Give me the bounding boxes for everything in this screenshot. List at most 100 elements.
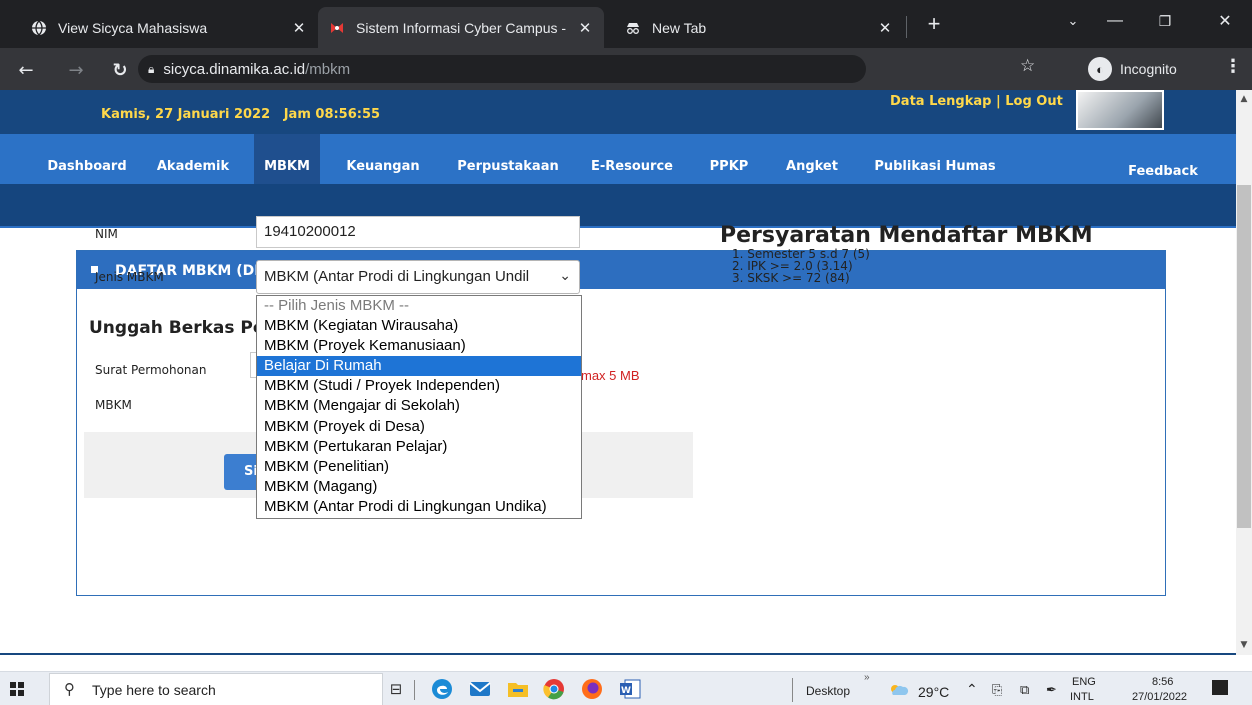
tab-search-icon[interactable]: ⌄ bbox=[1058, 6, 1088, 36]
surat-permohonan-label: Surat Permohonan bbox=[95, 363, 207, 377]
tab-divider bbox=[906, 16, 907, 38]
reload-button[interactable]: ↻ bbox=[106, 56, 134, 84]
browser-menu-icon[interactable]: ⋮ bbox=[1224, 56, 1242, 77]
dropdown-option[interactable]: MBKM (Kegiatan Wirausaha) bbox=[257, 316, 581, 336]
desktop-toolbar-label[interactable]: Desktop bbox=[806, 684, 850, 698]
menu-akademik[interactable]: Akademik bbox=[150, 134, 236, 184]
menu-angket[interactable]: Angket bbox=[780, 134, 844, 184]
requirements-list: 1. Semester 5 s.d 7 (5) 2. IPK >= 2.0 (3… bbox=[732, 248, 870, 284]
dropdown-option[interactable]: MBKM (Proyek di Desa) bbox=[257, 417, 581, 437]
menu-dashboard[interactable]: Dashboard bbox=[38, 134, 136, 184]
menu-e-resource[interactable]: E-Resource bbox=[582, 134, 682, 184]
dropdown-option[interactable]: MBKM (Proyek Kemanusiaan) bbox=[257, 336, 581, 356]
nim-field[interactable]: 19410200012 bbox=[256, 216, 580, 248]
browser-tab-strip: View Sicyca Mahasiswa ✕ Sistem Informasi… bbox=[0, 0, 1252, 48]
notification-icon[interactable] bbox=[1212, 680, 1228, 695]
forward-button[interactable]: → bbox=[62, 56, 90, 84]
weather-temperature[interactable]: 29°C bbox=[918, 684, 949, 700]
tab-sicyca-campus[interactable]: Sistem Informasi Cyber Campus - ✕ bbox=[318, 7, 604, 48]
task-view-icon[interactable]: ⊟ bbox=[384, 678, 408, 700]
language-code[interactable]: ENG bbox=[1072, 676, 1096, 688]
dropdown-option[interactable]: MBKM (Mengajar di Sekolah) bbox=[257, 396, 581, 416]
menu-mbkm[interactable]: MBKM bbox=[254, 134, 320, 184]
site-header: Kamis, 27 Januari 2022 Jam 08:56:55 Data… bbox=[0, 90, 1236, 134]
incognito-indicator[interactable]: ◐ Incognito bbox=[1088, 54, 1177, 84]
page-scrollbar[interactable]: ▲ ▼ bbox=[1236, 90, 1252, 655]
scroll-down-icon[interactable]: ▼ bbox=[1236, 638, 1252, 652]
edge-icon[interactable] bbox=[430, 678, 454, 700]
jenis-mbkm-dropdown: -- Pilih Jenis MBKM -- MBKM (Kegiatan Wi… bbox=[256, 295, 582, 519]
bookmark-star-icon[interactable]: ☆ bbox=[1020, 56, 1035, 76]
scroll-up-icon[interactable]: ▲ bbox=[1236, 92, 1252, 106]
taskbar-divider bbox=[414, 680, 415, 700]
user-photo bbox=[1076, 90, 1164, 130]
main-menu: Dashboard Akademik MBKM Keuangan Perpust… bbox=[0, 134, 1236, 184]
submenu-bar bbox=[0, 184, 1236, 228]
url-host: sicyca.dinamika.ac.id bbox=[163, 60, 306, 78]
svg-text:W: W bbox=[621, 686, 631, 696]
dropdown-option[interactable]: MBKM (Magang) bbox=[257, 477, 581, 497]
minimize-button[interactable]: — bbox=[1100, 6, 1130, 36]
url-text[interactable]: 🔒︎ sicyca.dinamika.ac.id /mbkm bbox=[148, 58, 350, 80]
mbkm-panel: DAFTAR MBKM (DEV) bbox=[76, 250, 1166, 596]
clock-time[interactable]: 8:56 bbox=[1152, 676, 1173, 688]
upload-section-title: Unggah Berkas Per bbox=[89, 318, 273, 338]
close-tab-icon[interactable]: ✕ bbox=[290, 19, 308, 37]
tab-view-sicyca[interactable]: View Sicyca Mahasiswa ✕ bbox=[20, 7, 318, 48]
maximize-button[interactable]: ❐ bbox=[1150, 6, 1180, 36]
mbkm-label: MBKM bbox=[95, 398, 132, 412]
dropdown-option[interactable]: MBKM (Penelitian) bbox=[257, 457, 581, 477]
jenis-mbkm-select[interactable]: MBKM (Antar Prodi di Lingkungan Undil ⌄ bbox=[256, 260, 580, 294]
weather-icon[interactable] bbox=[886, 678, 910, 700]
tab-title: New Tab bbox=[652, 19, 707, 36]
windows-taskbar: ⚲ Type here to search ⊟ W Desktop » 29°C… bbox=[0, 671, 1252, 705]
network-icon[interactable]: ⧉ bbox=[1020, 682, 1029, 698]
tab-new-tab[interactable]: New Tab ✕ bbox=[614, 7, 904, 48]
sicyca-logo-icon bbox=[328, 19, 346, 37]
new-tab-button[interactable]: + bbox=[920, 10, 948, 38]
jenis-mbkm-label: Jenis MBKM bbox=[95, 270, 164, 284]
dropdown-option[interactable]: -- Pilih Jenis MBKM -- bbox=[257, 296, 581, 316]
scrollbar-thumb[interactable] bbox=[1237, 185, 1251, 528]
pen-icon[interactable]: ✒ bbox=[1046, 682, 1057, 698]
dropdown-option-highlighted[interactable]: Belajar Di Rumah bbox=[257, 356, 581, 377]
requirement-item: 3. SKSK >= 72 (84) bbox=[732, 271, 850, 285]
mail-icon[interactable] bbox=[468, 678, 492, 700]
globe-icon bbox=[30, 19, 48, 37]
meet-now-icon[interactable]: ⎘ bbox=[992, 682, 1002, 698]
back-button[interactable]: ← bbox=[12, 56, 40, 84]
menu-keuangan[interactable]: Keuangan bbox=[340, 134, 426, 184]
chevron-down-icon: ⌄ bbox=[559, 267, 571, 283]
dropdown-option[interactable]: MBKM (Antar Prodi di Lingkungan Undika) bbox=[257, 497, 581, 517]
window-close-button[interactable]: ✕ bbox=[1210, 6, 1240, 36]
lock-icon: 🔒︎ bbox=[148, 61, 155, 76]
chevron-up-icon[interactable]: ⌃ bbox=[966, 681, 978, 698]
date-time-display: Kamis, 27 Januari 2022 Jam 08:56:55 bbox=[101, 107, 381, 122]
menu-feedback[interactable]: Feedback bbox=[1120, 139, 1206, 189]
clock-date[interactable]: 27/01/2022 bbox=[1132, 691, 1187, 703]
chevron-right-icon[interactable]: » bbox=[864, 672, 870, 683]
firefox-icon[interactable] bbox=[580, 678, 604, 700]
incognito-label: Incognito bbox=[1120, 61, 1177, 77]
panel-header: DAFTAR MBKM (DEV) bbox=[77, 251, 1165, 289]
tab-title: Sistem Informasi Cyber Campus - bbox=[356, 19, 567, 36]
file-explorer-icon[interactable] bbox=[506, 678, 530, 700]
close-tab-icon[interactable]: ✕ bbox=[876, 19, 894, 37]
menu-perpustakaan[interactable]: Perpustakaan bbox=[452, 134, 564, 184]
incognito-icon bbox=[624, 19, 642, 37]
dropdown-option[interactable]: MBKM (Pertukaran Pelajar) bbox=[257, 437, 581, 457]
jenis-mbkm-value: MBKM (Antar Prodi di Lingkungan Undil bbox=[264, 268, 530, 285]
account-links[interactable]: Data Lengkap | Log Out bbox=[890, 94, 1063, 109]
windows-start-icon[interactable] bbox=[10, 682, 24, 696]
word-icon[interactable]: W bbox=[618, 678, 642, 700]
menu-publikasi-humas[interactable]: Publikasi Humas bbox=[872, 134, 998, 184]
requirements-title: Persyaratan Mendaftar MBKM bbox=[720, 223, 1093, 248]
taskbar-search-box[interactable]: ⚲ Type here to search bbox=[49, 673, 383, 705]
close-tab-icon[interactable]: ✕ bbox=[576, 19, 594, 37]
language-layout[interactable]: INTL bbox=[1070, 691, 1094, 703]
tab-title: View Sicyca Mahasiswa bbox=[58, 19, 208, 36]
dropdown-option[interactable]: MBKM (Studi / Proyek Independen) bbox=[257, 376, 581, 396]
menu-ppkp[interactable]: PPKP bbox=[704, 134, 754, 184]
url-path: /mbkm bbox=[305, 60, 351, 78]
chrome-icon[interactable] bbox=[542, 678, 566, 700]
